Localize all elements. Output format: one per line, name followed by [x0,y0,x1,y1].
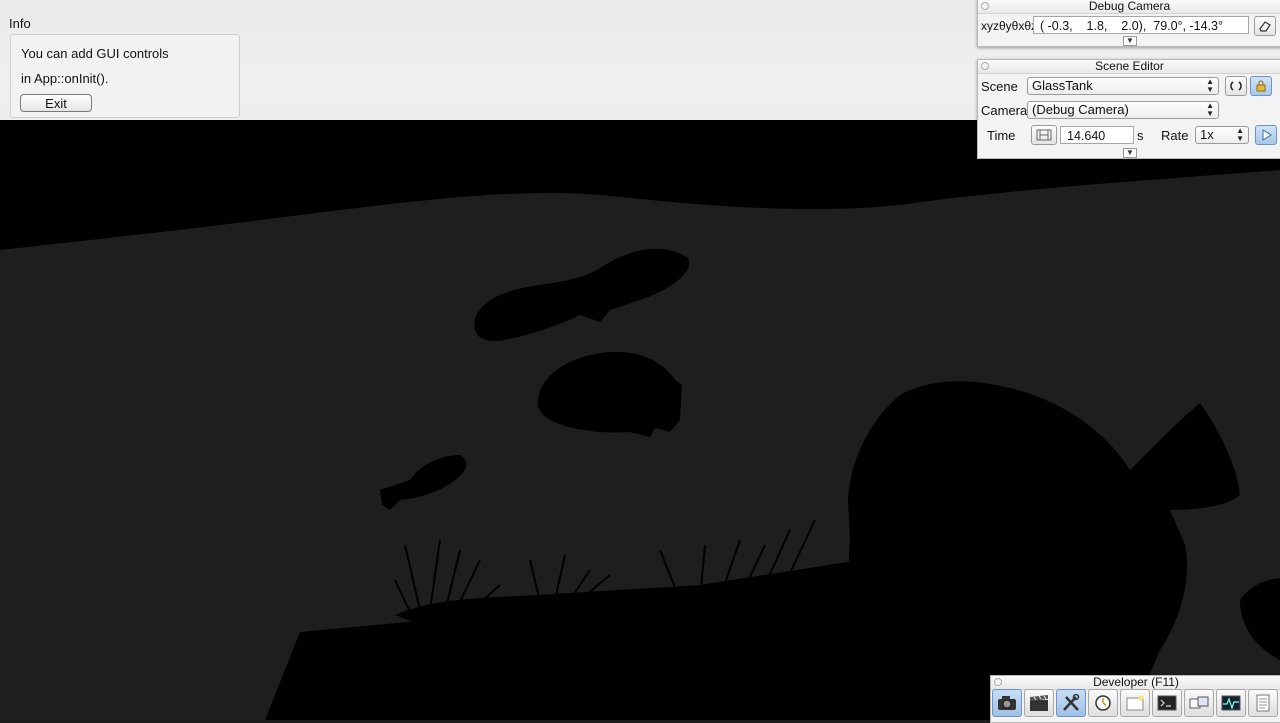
close-icon[interactable] [981,2,989,10]
info-panel-title: Info [9,16,31,31]
time-tool-button[interactable] [1088,689,1118,717]
time-field[interactable]: 14.640 [1060,126,1134,144]
rate-label: Rate [1161,128,1189,143]
close-icon[interactable] [981,62,989,70]
eraser-icon [1259,21,1271,32]
camera-frame-field[interactable]: ( -0.3, 1.8, 2.0), 79.0°, -14.3° [1033,16,1249,34]
coordinate-label: xyzθyθxθz [981,19,1038,33]
video-tool-button[interactable] [1024,689,1054,717]
time-unit: s [1137,128,1144,143]
updown-arrow-icon: ▲ ▼ [1206,101,1214,118]
windows-icon [1189,696,1209,709]
lock-icon [1256,80,1266,92]
rate-dropdown[interactable]: 1x ▲ ▼ [1195,126,1249,144]
eraser-button[interactable] [1254,16,1276,36]
profiler-icon [1221,695,1241,711]
log-tool-button[interactable] [1248,689,1278,717]
film-strip-button[interactable] [1031,125,1057,145]
terminal-icon [1157,695,1177,711]
scene-dropdown-value: GlassTank [1032,78,1093,93]
scene-dropdown[interactable]: GlassTank ▲ ▼ [1027,77,1219,95]
scene-editor-title[interactable]: Scene Editor [978,60,1280,74]
info-text-line: in App::onInit(). [21,71,109,86]
time-label: Time [987,128,1016,143]
camera-icon [998,696,1016,710]
tweak-tool-button[interactable] [1056,689,1086,717]
log-page-icon [1256,694,1270,712]
play-button[interactable] [1255,125,1277,145]
close-icon[interactable] [994,678,1002,686]
info-text-line: You can add GUI controls [21,46,169,61]
reload-scene-button[interactable] [1225,76,1247,96]
film-strip-icon [1036,129,1052,141]
developer-title[interactable]: Developer (F11) [991,676,1280,690]
scene-editor-window: Scene Editor Scene GlassTank ▲ ▼ Camera (… [977,59,1280,159]
camera-tool-button[interactable] [992,689,1022,717]
windows-tool-button[interactable] [1184,689,1214,717]
camera-label: Camera [981,103,1028,118]
updown-arrow-icon: ▲ ▼ [1206,77,1214,94]
clock-icon [1095,695,1111,711]
wrench-screwdriver-icon [1063,694,1080,711]
chevron-down-icon[interactable]: ▼ [1123,36,1137,46]
reload-icon [1230,81,1242,91]
play-icon [1262,129,1272,141]
scene-tool-button[interactable] [1120,689,1150,717]
debug-camera-window: Debug Camera xyzθyθxθz ( -0.3, 1.8, 2.0)… [977,0,1280,47]
camera-dropdown[interactable]: (Debug Camera) ▲ ▼ [1027,101,1219,119]
debug-camera-title[interactable]: Debug Camera [978,0,1280,14]
console-tool-button[interactable] [1152,689,1182,717]
clapperboard-icon [1030,695,1048,711]
lock-scene-button[interactable] [1250,76,1272,96]
profiler-tool-button[interactable] [1216,689,1246,717]
chevron-down-icon[interactable]: ▼ [1123,148,1137,158]
scene-label: Scene [981,79,1018,94]
camera-dropdown-value: (Debug Camera) [1032,102,1129,117]
exit-button[interactable]: Exit [20,94,92,112]
rate-dropdown-value: 1x [1200,127,1214,142]
updown-arrow-icon: ▲ ▼ [1236,126,1244,143]
scene-folder-icon [1126,695,1144,711]
